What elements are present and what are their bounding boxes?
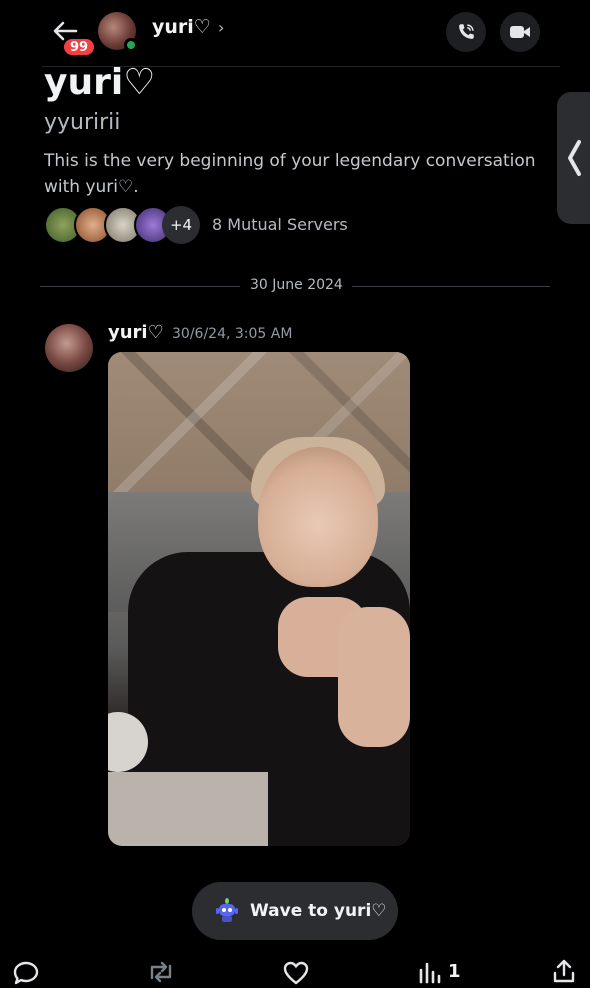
share-icon[interactable] — [551, 958, 577, 984]
repost-icon[interactable] — [146, 960, 176, 984]
chevron-left-icon[interactable] — [566, 138, 582, 182]
profile-display-name: yuri♡ — [44, 62, 156, 103]
more-servers-count[interactable]: +4 — [162, 206, 200, 244]
wave-bot-icon — [216, 898, 238, 922]
message-author-name[interactable]: yuri♡ — [108, 322, 164, 343]
wave-button-label: Wave to yuri♡ — [250, 901, 387, 921]
wave-button[interactable]: Wave to yuri♡ — [192, 882, 398, 940]
phone-icon — [459, 24, 474, 39]
voice-call-button[interactable] — [446, 12, 486, 52]
video-call-button[interactable] — [500, 12, 540, 52]
date-divider-line — [352, 286, 550, 287]
heart-icon[interactable] — [282, 960, 310, 986]
chevron-right-icon[interactable]: › — [218, 18, 224, 37]
bar-chart-icon[interactable] — [418, 960, 442, 984]
video-camera-icon — [510, 26, 530, 38]
date-divider-text: 30 June 2024 — [250, 277, 343, 293]
date-divider-line — [40, 286, 240, 287]
dm-header: 99 yuri♡ › — [0, 0, 590, 66]
profile-username: yyuririi — [44, 110, 121, 135]
bottom-action-bar: 1 — [0, 952, 590, 988]
view-count: 1 — [448, 961, 461, 982]
header-username[interactable]: yuri♡ — [152, 16, 211, 38]
mutual-servers-label[interactable]: 8 Mutual Servers — [212, 215, 348, 234]
message-timestamp: 30/6/24, 3:05 AM — [172, 326, 293, 342]
online-status-dot — [124, 38, 138, 52]
message-author-avatar[interactable] — [45, 324, 93, 372]
speech-bubble-icon[interactable] — [12, 960, 40, 986]
conversation-intro-text: This is the very beginning of your legen… — [44, 151, 536, 197]
unread-badge: 99 — [62, 37, 96, 57]
message-image-attachment[interactable] — [108, 352, 410, 846]
